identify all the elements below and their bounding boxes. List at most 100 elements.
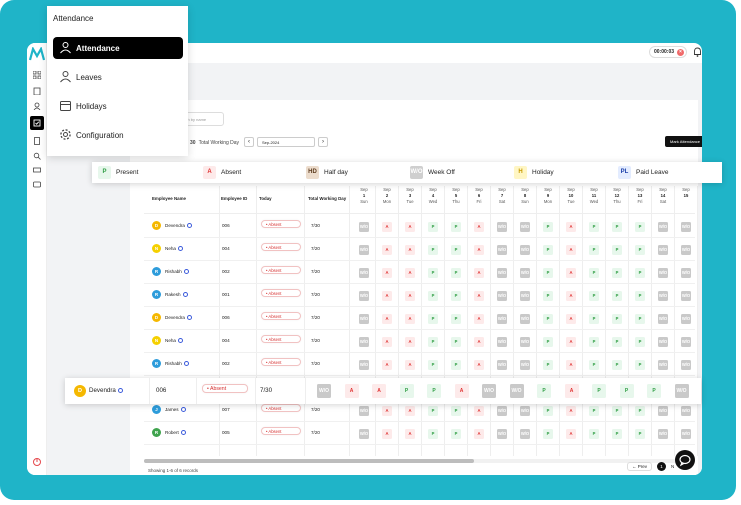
attendance-cell[interactable]: P <box>543 314 553 324</box>
attendance-cell[interactable]: P <box>589 268 599 278</box>
attendance-cell[interactable]: W/O <box>520 245 530 255</box>
attendance-cell[interactable]: A <box>474 291 484 301</box>
attendance-cell[interactable]: P <box>589 406 599 416</box>
attendance-cell[interactable]: P <box>635 406 645 416</box>
table-row[interactable]: R Rishabh 002 • Absent 7/20 W/O A A P P A W/O W/O P A P… <box>144 353 695 376</box>
attendance-cell[interactable]: P <box>428 291 438 301</box>
attendance-cell[interactable]: W/O <box>497 245 507 255</box>
attendance-cell[interactable]: P <box>451 222 461 232</box>
attendance-cell[interactable]: W/O <box>658 291 668 301</box>
attendance-cell[interactable]: W/O <box>497 360 507 370</box>
attendance-cell[interactable]: P <box>612 291 622 301</box>
attendance-cell[interactable]: W/O <box>658 268 668 278</box>
attendance-cell[interactable]: A <box>566 360 576 370</box>
attendance-cell[interactable]: A <box>474 360 484 370</box>
attendance-cell[interactable]: A <box>382 268 392 278</box>
next-page-button[interactable]: N <box>671 464 674 469</box>
attendance-cell[interactable]: W/O <box>497 429 507 439</box>
attendance-cell[interactable]: A <box>474 337 484 347</box>
attendance-cell[interactable]: A <box>566 291 576 301</box>
prev-month-button[interactable]: ‹ <box>244 137 254 147</box>
attendance-cell[interactable]: P <box>635 314 645 324</box>
next-month-button[interactable]: › <box>318 137 328 147</box>
attendance-cell[interactable]: W/O <box>497 314 507 324</box>
attendance-cell[interactable]: P <box>428 360 438 370</box>
chat-nav-icon[interactable] <box>31 179 43 191</box>
attendance-cell[interactable]: A <box>405 360 415 370</box>
attendance-cell[interactable]: W/O <box>658 406 668 416</box>
attendance-cell[interactable]: P <box>647 384 661 398</box>
month-field[interactable]: Sep-2024 <box>257 137 315 147</box>
attendance-cell[interactable]: A <box>405 291 415 301</box>
table-row[interactable]: N Neha 004 • Absent 7/20 W/O A A P P A W/O W/O P A P P P W… <box>144 330 695 353</box>
attendance-cell[interactable]: W/O <box>359 337 369 347</box>
attendance-cell[interactable]: P <box>589 360 599 370</box>
attendance-cell[interactable]: P <box>589 337 599 347</box>
attendance-cell[interactable]: A <box>566 429 576 439</box>
attendance-cell[interactable]: A <box>405 222 415 232</box>
attendance-cell[interactable]: P <box>612 314 622 324</box>
attendance-cell[interactable]: A <box>382 291 392 301</box>
search-doc-icon[interactable] <box>31 150 43 162</box>
attendance-cell[interactable]: W/O <box>317 384 331 398</box>
attendance-cell[interactable]: W/O <box>359 360 369 370</box>
scroll-thumb[interactable] <box>144 459 474 463</box>
menu-item-attendance[interactable]: Attendance <box>53 37 183 59</box>
attendance-cell[interactable]: P <box>428 429 438 439</box>
attendance-cell[interactable]: A <box>566 245 576 255</box>
attendance-cell[interactable]: P <box>428 268 438 278</box>
attendance-cell[interactable]: W/O <box>520 291 530 301</box>
attendance-cell[interactable]: P <box>589 314 599 324</box>
attendance-cell[interactable]: W/O <box>681 314 691 324</box>
attendance-cell[interactable]: A <box>382 314 392 324</box>
attendance-cell[interactable]: A <box>405 314 415 324</box>
attendance-cell[interactable]: P <box>589 291 599 301</box>
attendance-cell[interactable]: P <box>612 406 622 416</box>
attendance-cell[interactable]: W/O <box>497 406 507 416</box>
menu-item-configuration[interactable]: Configuration <box>53 124 183 146</box>
money-icon[interactable] <box>31 164 43 176</box>
attendance-cell[interactable]: W/O <box>658 360 668 370</box>
attendance-cell[interactable]: P <box>451 245 461 255</box>
attendance-cell[interactable]: P <box>427 384 441 398</box>
menu-item-holidays[interactable]: Holidays <box>53 95 183 117</box>
attendance-cell[interactable]: P <box>543 360 553 370</box>
attendance-cell[interactable]: A <box>474 245 484 255</box>
attendance-cell[interactable]: P <box>612 222 622 232</box>
attendance-cell[interactable]: W/O <box>520 268 530 278</box>
attendance-cell[interactable]: P <box>592 384 606 398</box>
attendance-cell[interactable]: W/O <box>681 268 691 278</box>
attendance-cell[interactable]: W/O <box>497 291 507 301</box>
attendance-cell[interactable]: W/O <box>658 222 668 232</box>
attendance-cell[interactable]: P <box>451 429 461 439</box>
attendance-cell[interactable]: A <box>566 337 576 347</box>
attendance-cell[interactable]: W/O <box>509 384 524 398</box>
menu-item-leaves[interactable]: Leaves <box>53 66 183 88</box>
attendance-cell[interactable]: P <box>612 268 622 278</box>
attendance-cell[interactable]: P <box>635 429 645 439</box>
attendance-cell[interactable]: P <box>543 337 553 347</box>
attendance-cell[interactable]: W/O <box>681 360 691 370</box>
attendance-cell[interactable]: W/O <box>681 222 691 232</box>
chat-support-button[interactable] <box>675 450 695 470</box>
attendance-cell[interactable]: W/O <box>681 406 691 416</box>
attendance-cell[interactable]: W/O <box>359 429 369 439</box>
attendance-cell[interactable]: W/O <box>658 429 668 439</box>
document-icon[interactable] <box>31 135 43 147</box>
current-page[interactable]: 1 <box>657 462 667 471</box>
attendance-cell[interactable]: A <box>474 429 484 439</box>
attendance-cell[interactable]: W/O <box>658 314 668 324</box>
attendance-cell[interactable]: P <box>612 429 622 439</box>
building-icon[interactable] <box>31 85 43 97</box>
attendance-cell[interactable]: W/O <box>497 337 507 347</box>
attendance-cell[interactable]: P <box>543 222 553 232</box>
attendance-cell[interactable]: P <box>612 245 622 255</box>
attendance-cell[interactable]: P <box>428 222 438 232</box>
attendance-cell[interactable]: W/O <box>658 245 668 255</box>
attendance-cell[interactable]: W/O <box>497 222 507 232</box>
attendance-cell[interactable]: A <box>474 268 484 278</box>
attendance-cell[interactable]: W/O <box>520 222 530 232</box>
attendance-cell[interactable]: W/O <box>520 406 530 416</box>
app-logo-icon[interactable] <box>29 47 45 61</box>
attendance-cell[interactable]: P <box>451 360 461 370</box>
